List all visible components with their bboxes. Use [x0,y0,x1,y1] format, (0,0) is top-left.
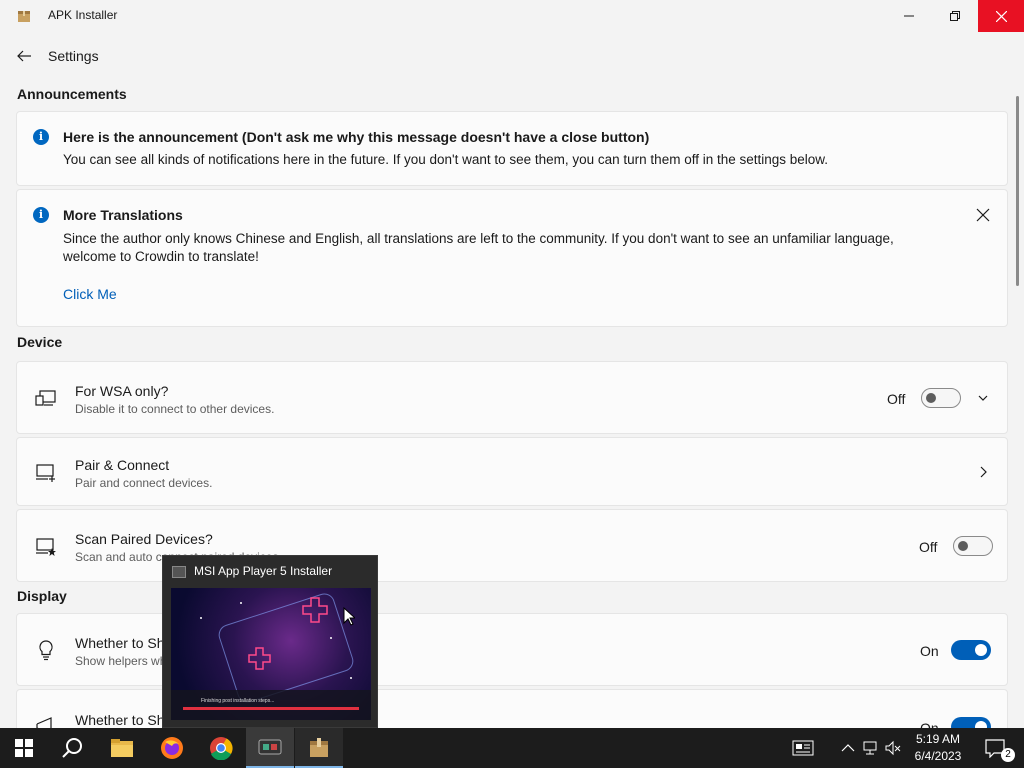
section-title-announcements: Announcements [17,86,127,102]
minimize-button[interactable] [886,0,932,32]
info-icon: i [33,207,49,223]
row-description: Pair and connect devices. [75,476,213,490]
installer-status-text: Finishing post installation steps... [201,698,275,704]
firefox-icon [161,737,183,759]
preview-title: MSI App Player 5 Installer [194,564,333,578]
start-button[interactable] [0,728,48,768]
dismiss-icon[interactable] [975,207,991,223]
search-icon [62,738,82,758]
notification-badge: 2 [1001,748,1015,762]
translation-title: More Translations [63,207,183,223]
toggle-knob [926,393,936,403]
minimize-icon [904,15,914,17]
wsa-only-row[interactable]: For WSA only? Disable it to connect to o… [16,361,1008,434]
announcement-card: i Here is the announcement (Don't ask me… [16,111,1008,186]
scan-device-icon [36,538,56,556]
lightbulb-icon [39,640,53,661]
toggle-knob [958,541,968,551]
package-icon [18,11,30,22]
installer-progress-bar [183,707,359,710]
installer-status-bar [171,690,371,720]
pair-device-icon [36,464,55,482]
chevron-up-icon[interactable] [840,740,856,756]
toggle-state-label: On [920,643,939,659]
wsa-only-toggle[interactable] [921,388,961,408]
section-title-device: Device [17,334,63,350]
apk-installer-taskbar-button[interactable] [295,728,343,768]
mouse-cursor-icon [343,607,355,626]
scrollbar[interactable] [1016,96,1019,286]
preview-thumbnail: Finishing post installation steps... [171,588,371,720]
row-title: Pair & Connect [75,457,170,473]
chevron-down-icon[interactable] [975,390,991,406]
back-arrow-icon [17,50,31,62]
taskbar-preview[interactable]: MSI App Player 5 Installer Finishing pos… [162,555,378,728]
toggle-knob [975,644,987,656]
close-button[interactable] [978,0,1024,32]
taskbar: 5:19 AM 6/4/2023 2 [0,728,1024,768]
translation-message: Since the author only knows Chinese and … [63,231,894,264]
app-player-icon [258,739,282,755]
section-title-display: Display [17,588,67,604]
toggle-state-label: Off [887,391,906,407]
search-button[interactable] [48,728,96,768]
row-description: Show helpers wh [75,654,167,668]
toggle-state-label: Off [919,539,938,555]
close-icon [995,10,1007,22]
scan-paired-toggle[interactable] [953,536,993,556]
pair-connect-row[interactable]: Pair & Connect Pair and connect devices. [16,437,1008,506]
chevron-right-icon[interactable] [975,464,991,480]
tray-clock[interactable]: 5:19 AM 6/4/2023 [912,731,964,765]
show-helpers-toggle[interactable] [951,640,991,660]
row-title: For WSA only? [75,383,169,399]
row-description: Disable it to connect to other devices. [75,402,275,416]
folder-icon [111,739,133,757]
file-explorer-button[interactable] [98,728,146,768]
app-player-taskbar-button[interactable] [246,728,294,768]
tray-time: 5:19 AM [915,732,961,746]
window-title: APK Installer [48,8,118,22]
info-icon: i [33,129,49,145]
tray-date: 6/4/2023 [914,749,962,763]
network-icon[interactable] [863,740,879,756]
translation-card: i More Translations Since the author onl… [16,189,1008,327]
announcement-message: You can see all kinds of notifications h… [63,152,829,167]
title-bar: APK Installer [0,0,1024,32]
restore-icon [950,11,960,21]
package-icon [310,738,328,757]
back-button[interactable] [12,44,36,68]
firefox-button[interactable] [148,728,196,768]
row-title: Scan Paired Devices? [75,531,213,547]
page-title: Settings [48,48,99,64]
app-player-icon [172,566,186,578]
announcement-title: Here is the announcement (Don't ask me w… [63,129,650,145]
chrome-button[interactable] [197,728,245,768]
chrome-icon [210,737,233,760]
click-me-link[interactable]: Click Me [63,286,117,302]
restore-button[interactable] [932,0,978,32]
volume-muted-icon[interactable] [885,740,901,756]
news-widget-icon[interactable] [792,739,814,757]
device-link-icon [35,390,56,406]
windows-logo-icon [15,739,33,757]
